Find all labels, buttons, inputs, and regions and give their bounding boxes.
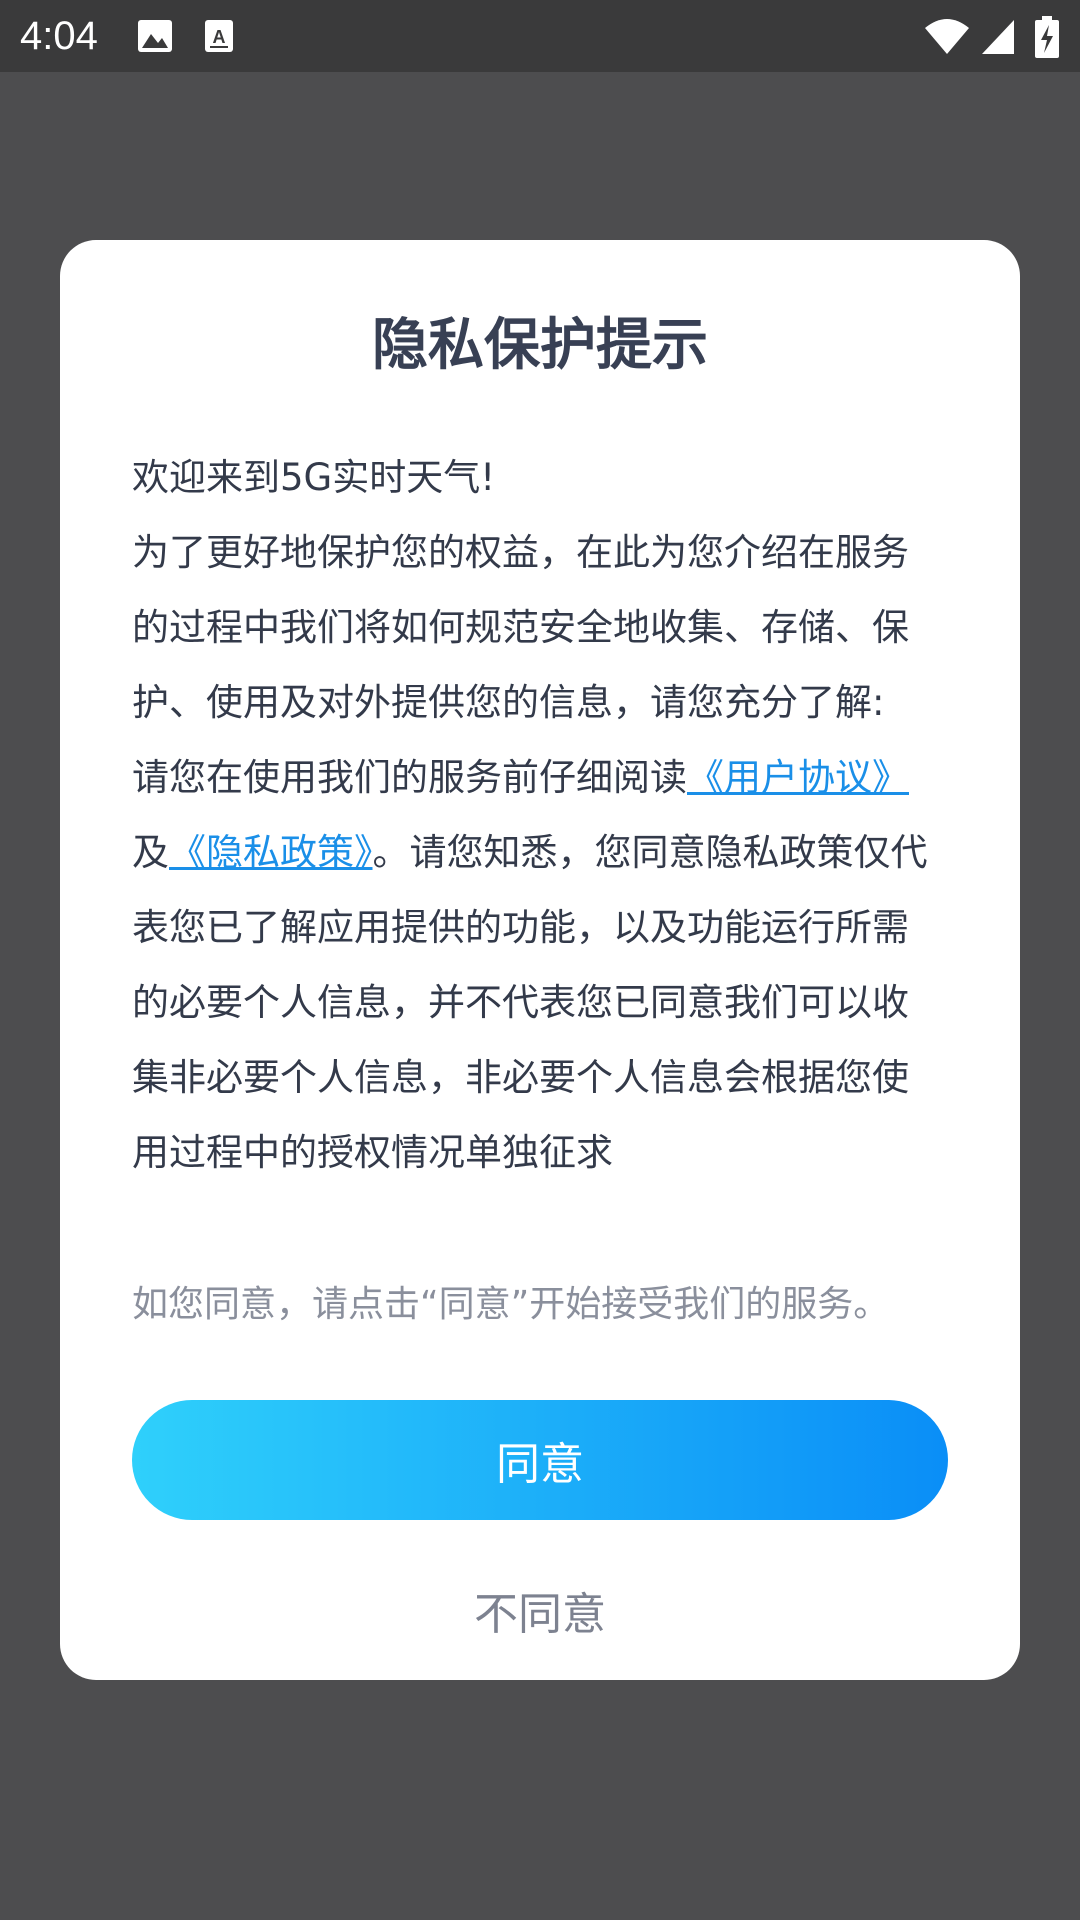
welcome-text: 欢迎来到5G实时天气!: [132, 456, 496, 499]
status-bar: 4:04 A: [0, 0, 1080, 72]
intro-paragraph: 为了更好地保护您的权益，在此为您介绍在服务的过程中我们将如何规范安全地收集、存储…: [132, 531, 909, 724]
dialog-title: 隐私保护提示: [372, 313, 708, 378]
privacy-policy-link[interactable]: 《隐私政策》: [169, 831, 373, 874]
consent-hint: 如您同意，请点击“同意”开始接受我们的服务。: [132, 1284, 890, 1325]
text-scan-icon: A: [204, 16, 234, 60]
privacy-dialog: 隐私保护提示 欢迎来到5G实时天气! 为了更好地保护您的权益，在此为您介绍在服务…: [60, 240, 1020, 1680]
agree-button[interactable]: 同意: [132, 1400, 948, 1520]
agreement-prefix: 请您在使用我们的服务前仔细阅读: [132, 756, 687, 799]
and-text: 及: [132, 831, 169, 874]
disagree-button[interactable]: 不同意: [60, 1570, 1020, 1650]
svg-text:A: A: [213, 27, 226, 47]
user-agreement-link[interactable]: 《用户协议》: [687, 756, 909, 799]
status-time: 4:04: [20, 14, 98, 58]
agreement-suffix: 。请您知悉，您同意隐私政策仅代表您已了解应用提供的功能，以及功能运行所需的必要个…: [132, 831, 928, 1174]
cell-signal-icon: [980, 16, 1016, 60]
battery-charging-icon: [1034, 16, 1060, 62]
image-icon: [137, 16, 173, 60]
agreement-paragraph: 请您在使用我们的服务前仔细阅读《用户协议》及《隐私政策》。请您知悉，您同意隐私政…: [132, 740, 932, 1190]
wifi-icon: [924, 16, 970, 60]
